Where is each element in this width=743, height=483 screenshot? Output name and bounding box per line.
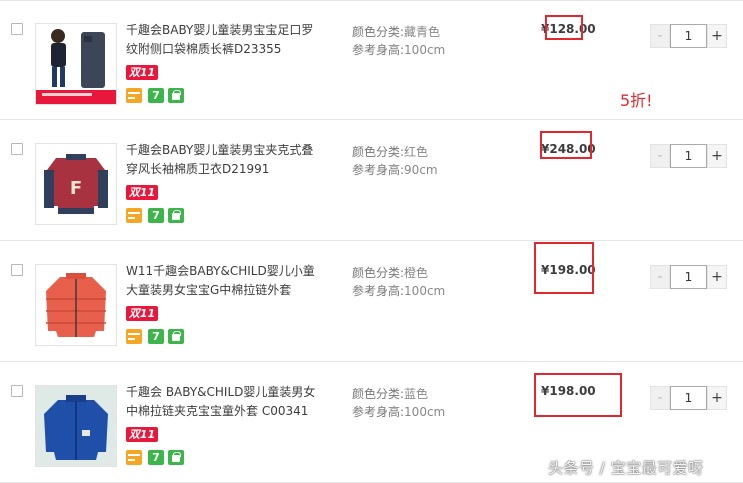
qty-minus-button[interactable]: - — [650, 386, 670, 410]
price-highlight-box — [540, 131, 592, 159]
qty-input[interactable]: 1 — [670, 386, 707, 410]
height-value: 90cm — [404, 163, 438, 177]
cart-row: F 千趣会BABY婴儿童装男宝夹克式叠穿风长袖棉质卫衣D21991 双11 7 … — [0, 121, 743, 241]
color-label: 颜色分类: — [352, 387, 405, 401]
item-checkbox[interactable] — [11, 264, 23, 276]
product-title[interactable]: 千趣会 BABY&CHILD婴儿童装男女中棉拉链夹克宝宝童外套 C00341 — [126, 383, 322, 421]
qty-input[interactable]: 1 — [670, 24, 707, 48]
qty-minus-button[interactable]: - — [650, 24, 670, 48]
product-title[interactable]: W11千趣会BABY&CHILD婴儿小童大童装男女宝宝G中棉拉链外套 — [126, 262, 322, 300]
qty-input[interactable]: 1 — [670, 144, 707, 168]
height-value: 100cm — [404, 284, 446, 298]
height-label: 参考身高: — [352, 43, 405, 57]
double11-badge: 双11 — [126, 427, 158, 442]
card-icon — [126, 88, 142, 103]
color-value: 橙色 — [404, 266, 429, 280]
quantity-stepper: - 1 + — [650, 386, 727, 410]
product-title[interactable]: 千趣会BABY婴儿童装男宝宝足口罗纹附侧口袋棉质长裤D23355 — [126, 21, 322, 59]
product-spec: 颜色分类:蓝色 参考身高:100cm — [352, 385, 445, 421]
item-checkbox[interactable] — [11, 23, 23, 35]
product-title[interactable]: 千趣会BABY婴儿童装男宝夹克式叠穿风长袖棉质卫衣D21991 — [126, 141, 322, 179]
color-label: 颜色分类: — [352, 266, 405, 280]
qty-plus-button[interactable]: + — [707, 24, 727, 48]
color-value: 蓝色 — [404, 387, 429, 401]
product-image — [36, 265, 116, 345]
qty-plus-button[interactable]: + — [707, 386, 727, 410]
item-checkbox[interactable] — [11, 143, 23, 155]
card-icon — [126, 450, 142, 465]
height-value: 100cm — [404, 405, 446, 419]
product-image: F — [36, 144, 116, 224]
card-icon — [126, 329, 142, 344]
quantity-stepper: - 1 + — [650, 265, 727, 289]
height-label: 参考身高: — [352, 284, 405, 298]
shopping-bag-icon — [168, 329, 184, 344]
color-label: 颜色分类: — [352, 25, 405, 39]
product-thumbnail[interactable] — [35, 23, 117, 105]
color-value: 红色 — [404, 145, 429, 159]
qty-plus-button[interactable]: + — [707, 144, 727, 168]
quantity-stepper: - 1 + — [650, 144, 727, 168]
qty-input[interactable]: 1 — [670, 265, 707, 289]
cart-row: W11千趣会BABY&CHILD婴儿小童大童装男女宝宝G中棉拉链外套 双11 7… — [0, 242, 743, 362]
shopping-bag-icon — [168, 88, 184, 103]
watermark: 头条号 / 宝宝最可爱呀 — [548, 459, 704, 477]
product-spec: 颜色分类:橙色 参考身高:100cm — [352, 264, 445, 300]
svg-text:F: F — [70, 178, 82, 199]
double11-badge: 双11 — [126, 185, 158, 200]
height-label: 参考身高: — [352, 405, 405, 419]
seven-day-return-icon: 7 — [148, 208, 164, 223]
product-image — [36, 24, 116, 104]
price-highlight-box — [545, 15, 583, 40]
shopping-bag-icon — [168, 450, 184, 465]
shopping-bag-icon — [168, 208, 184, 223]
item-checkbox[interactable] — [11, 385, 23, 397]
qty-minus-button[interactable]: - — [650, 265, 670, 289]
seven-day-return-icon: 7 — [148, 329, 164, 344]
product-spec: 颜色分类:藏青色 参考身高:100cm — [352, 23, 445, 59]
color-label: 颜色分类: — [352, 145, 405, 159]
price-highlight-box — [534, 242, 594, 294]
color-value: 藏青色 — [404, 25, 441, 39]
seven-day-return-icon: 7 — [148, 450, 164, 465]
product-thumbnail[interactable] — [35, 264, 117, 346]
qty-plus-button[interactable]: + — [707, 265, 727, 289]
double11-badge: 双11 — [126, 306, 158, 321]
product-thumbnail[interactable]: F — [35, 143, 117, 225]
double11-badge: 双11 — [126, 65, 158, 80]
product-thumbnail[interactable] — [35, 385, 117, 467]
cart-row: 千趣会BABY婴儿童装男宝宝足口罗纹附侧口袋棉质长裤D23355 双11 7 颜… — [0, 0, 743, 120]
card-icon — [126, 208, 142, 223]
seven-day-return-icon: 7 — [148, 88, 164, 103]
height-label: 参考身高: — [352, 163, 405, 177]
discount-annotation: 5折! — [620, 91, 653, 110]
product-image — [36, 386, 116, 466]
product-spec: 颜色分类:红色 参考身高:90cm — [352, 143, 438, 179]
quantity-stepper: - 1 + — [650, 24, 727, 48]
height-value: 100cm — [404, 43, 446, 57]
qty-minus-button[interactable]: - — [650, 144, 670, 168]
cart-list: 千趣会BABY婴儿童装男宝宝足口罗纹附侧口袋棉质长裤D23355 双11 7 颜… — [0, 0, 743, 483]
price-highlight-box — [534, 373, 622, 417]
